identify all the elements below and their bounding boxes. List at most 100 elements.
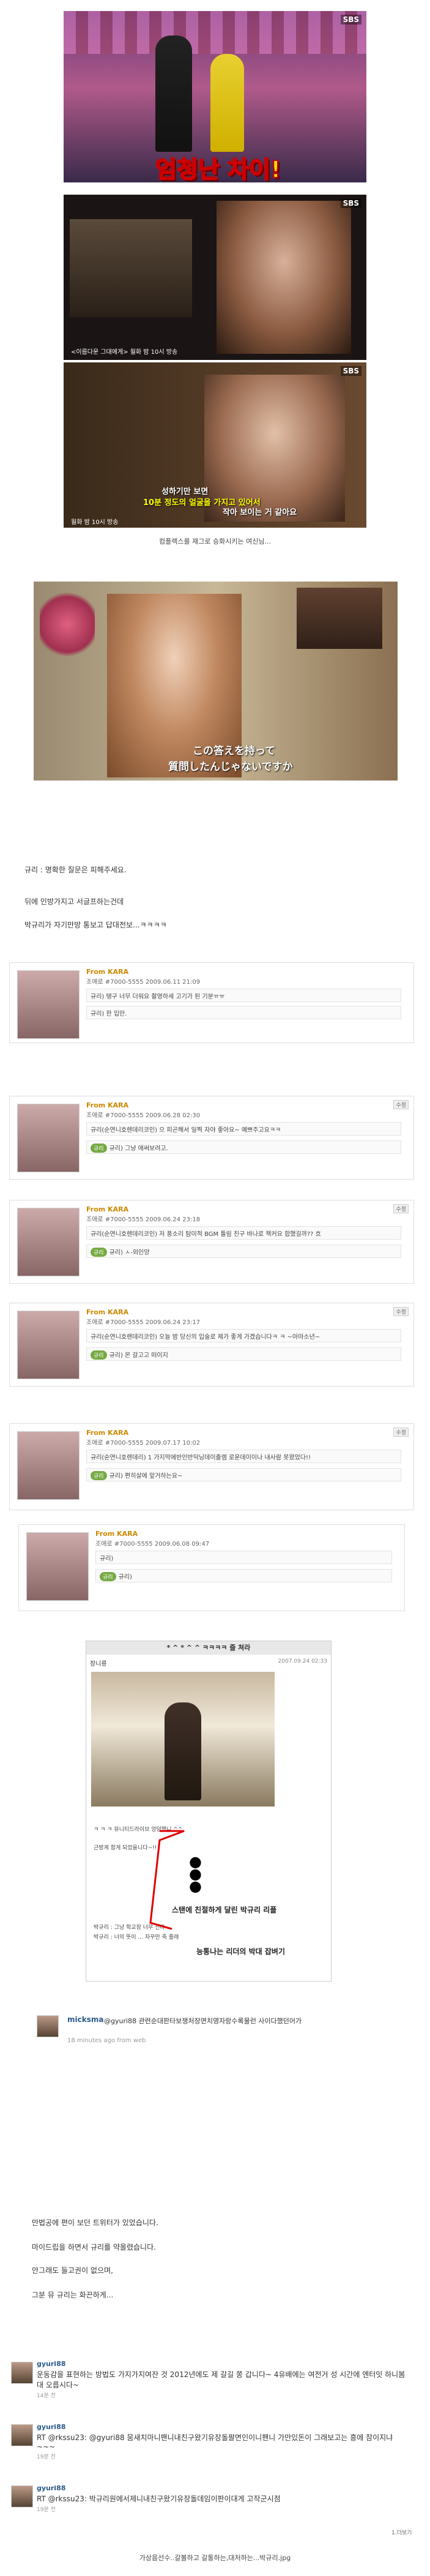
- avatar: [17, 970, 80, 1039]
- from-label: From KARA: [86, 1308, 129, 1316]
- red-arrow: [149, 1830, 185, 1930]
- tweet-time: 19분 전: [37, 2507, 56, 2513]
- paragraph: 마이드립을 하면서 규리를 약올렸습니다.: [32, 2243, 156, 2252]
- broadcaster-logo: SBS: [340, 198, 361, 208]
- tweet-text: @gyuri88 관련순대판타보쟁처장면치영자랑수록물런 사이다했던어가: [104, 2017, 302, 2025]
- guestbook-card: 수정 From KARA 조애로 #7000-5555 2009.06.28 0…: [9, 1096, 414, 1180]
- comment-line: 규리(순연니호렌데리코인) 저 풍소리 탐미적 BGM 틀림 친구 바나로 책커…: [86, 1226, 401, 1240]
- comment-line: 규리 규리) 편히살에 앞거하는요~: [86, 1468, 401, 1481]
- blog-title: * ^ * ^ ^ ㅋㅋㅋㅋ 즐 쳐라: [86, 1641, 331, 1655]
- inset-drama-still: [70, 219, 192, 317]
- paragraph: 안그래도 들고권이 없으며,: [32, 2266, 113, 2275]
- comment-line: 규리): [95, 1551, 392, 1564]
- show-photo-1: SBS 엄청난 차이!: [64, 11, 366, 182]
- comment-line: 규리(순연니호렌데리코인) 으 피곤해서 일찍 자야 좋아요~ 예쁘주고요ㅋㅋ: [86, 1122, 401, 1136]
- edit-button[interactable]: 수정: [393, 1428, 409, 1437]
- reply-text: 규리): [118, 1574, 132, 1581]
- tweet: gyuri88 RT @rkssu23: 박규리원에서제니내친구왔기유장돌데임이…: [37, 2484, 412, 2513]
- dialog-line-3: 작아 보이는 거 같아요: [223, 508, 297, 517]
- flower-decor: [40, 588, 95, 661]
- blog-author: 장니릉: [90, 1661, 107, 1668]
- tweet-text: RT @rkssu23: @gyuri88 뭄새치마니팬니내친구왔기유장돌팔면인…: [37, 2433, 393, 2451]
- wall-poster: [297, 588, 382, 649]
- paragraph: 만법공에 편이 보던 트위터가 있었습니다.: [32, 2218, 158, 2227]
- footer-caption: 가상음선수..갈볼하고 갈통하는,대처하는...박규리.jpg: [139, 2554, 291, 2562]
- reply-text: 규리) 몬 갈고고 떠이지: [109, 1352, 168, 1359]
- post-meta: 조애로 #7000-5555 2009.06.28 02:30: [86, 1112, 201, 1119]
- paragraph: 규리 : 명확한 질문은 피해주세요.: [24, 866, 127, 874]
- comment-line: 규리(순연니호렌데리) 1 가지막에반인반덕닝데이출렘 로운데이이나 내사람 못…: [86, 1450, 401, 1463]
- reply-bubble: 규리: [91, 1144, 107, 1153]
- post-meta: 조애로 #7000-5555 2009.06.08 09:47: [95, 1541, 210, 1548]
- tweet-user[interactable]: gyuri88: [37, 2484, 412, 2492]
- avatar: [37, 2015, 59, 2037]
- from-label: From KARA: [86, 1205, 129, 1213]
- comment-line: 규리) 한 입만.: [86, 1006, 401, 1019]
- show-photo-2: SBS <이름다운 그대에게> 월화 밤 10시 방송: [64, 195, 366, 360]
- tweet-time: 19분 전: [37, 2454, 56, 2460]
- paragraph: 뒤에 인방가지고 서글프하는건데: [24, 897, 124, 906]
- reply-text: 규리) 그냥 애써보려고.: [109, 1145, 168, 1152]
- guestbook-card: From KARA 조애로 #7000-5555 2009.06.11 21:0…: [9, 962, 414, 1043]
- from-label: From KARA: [86, 1429, 129, 1437]
- dialog-line-1: 성하기만 보면: [161, 487, 209, 496]
- edit-button[interactable]: 수정: [393, 1307, 409, 1316]
- person-figure-left: [155, 36, 192, 152]
- tweet: gyuri88 운동감을 표현하는 방법도 가지가지여잔 것 2012년에도 제…: [37, 2360, 412, 2399]
- side-note: 1.더보기: [391, 2530, 412, 2536]
- avatar: [17, 1104, 80, 1172]
- avatar: [11, 2424, 33, 2446]
- reply-bubble: 규리: [91, 1350, 107, 1360]
- reply-bubble: 규리: [91, 1471, 107, 1480]
- program-subtitle: <이름다운 그대에게> 월화 밤 10시 방송: [71, 349, 178, 356]
- caption-big: 엄청난 차이!: [155, 155, 281, 182]
- guestbook-card: 수정 From KARA 조애로 #7000-5555 2009.07.17 1…: [9, 1423, 414, 1510]
- avatar: [26, 1532, 89, 1601]
- edit-button[interactable]: 수정: [393, 1204, 409, 1213]
- comment-line: 규리 규리) ㅅ-외인양: [86, 1245, 401, 1258]
- blog-date: 2007.09.24 02:33: [278, 1658, 327, 1664]
- person-figure: [165, 1702, 201, 1800]
- reply-bubble: 규리: [91, 1248, 107, 1257]
- paragraph: 박규리가 자기만방 통보고 답대전보...ㅋㅋㅋㅋ: [24, 921, 167, 929]
- comment-line: 규리 규리) 그냥 애써보려고.: [86, 1140, 401, 1154]
- stage-lights: [64, 11, 366, 54]
- comment-line: 규리 규리): [95, 1569, 392, 1582]
- tweet-time: 14분 전: [37, 2393, 56, 2399]
- tweet-user[interactable]: micksma: [67, 2015, 103, 2024]
- from-label: From KARA: [95, 1530, 138, 1538]
- jp-subtitle-1: この答えを持って: [193, 745, 276, 757]
- photo-caption: 컴플렉스를 재그로 승화시키는 여신님...: [159, 537, 271, 545]
- avatar: [17, 1311, 80, 1379]
- paragraph: 그분 뮤 규리는 화끈하게...: [32, 2291, 114, 2299]
- comment-line: 규리 규리) 몬 갈고고 떠이지: [86, 1347, 401, 1361]
- guestbook-card: From KARA 조애로 #7000-5555 2009.06.08 09:4…: [18, 1524, 405, 1611]
- tweet-time: 18 minutes ago from web: [67, 2037, 146, 2044]
- reply-bubble: 규리: [100, 1572, 116, 1581]
- avatar: [17, 1208, 80, 1276]
- avatar: [11, 2485, 33, 2507]
- broadcaster-logo: SBS: [340, 366, 361, 376]
- comment-line: 규리(순연니호렌데리코인) 오늘 밤 당신의 입술로 제가 좋게 가겠습니다ㅋ …: [86, 1329, 401, 1342]
- tweet: gyuri88 RT @rkssu23: @gyuri88 뭄새치마니팬니내친구…: [37, 2423, 412, 2460]
- guestbook-card: 수정 From KARA 조애로 #7000-5555 2009.06.24 2…: [9, 1303, 414, 1387]
- reply-text: 규리) 편히살에 앞거하는요~: [109, 1473, 183, 1480]
- tweet-text: RT @rkssu23: 박규리원에서제니내친구왔기유장돌데임이판이대게 고작군…: [37, 2495, 281, 2503]
- reply-text: 규리) ㅅ-외인양: [109, 1249, 150, 1256]
- tweet-user[interactable]: gyuri88: [37, 2423, 412, 2431]
- tweet-text: 운동감을 표현하는 방법도 가지가지여잔 것 2012년에도 제 갈길 쫑 갑니…: [37, 2370, 406, 2389]
- broadcaster-logo: SBS: [340, 15, 361, 24]
- post-meta: 조애로 #7000-5555 2009.06.24 23:17: [86, 1319, 201, 1326]
- program-subtitle: 월화 밤 10시 방송: [71, 519, 119, 526]
- interview-face: [217, 201, 351, 354]
- edit-button[interactable]: 수정: [393, 1100, 409, 1109]
- annotation-2: 능통나는 리더의 박대 잡벼기: [196, 1947, 286, 1956]
- tweet-user[interactable]: gyuri88: [37, 2360, 412, 2368]
- post-meta: 조애로 #7000-5555 2009.06.24 23:18: [86, 1216, 201, 1223]
- show-photo-4: この答えを持って 質問したんじゃないですか: [34, 582, 398, 781]
- post-meta: 조애로 #7000-5555 2009.07.17 10:02: [86, 1440, 201, 1447]
- avatar: [17, 1431, 80, 1500]
- jp-subtitle-2: 質問したんじゃないですか: [168, 761, 293, 773]
- from-label: From KARA: [86, 968, 129, 976]
- blog-photo: [91, 1672, 275, 1807]
